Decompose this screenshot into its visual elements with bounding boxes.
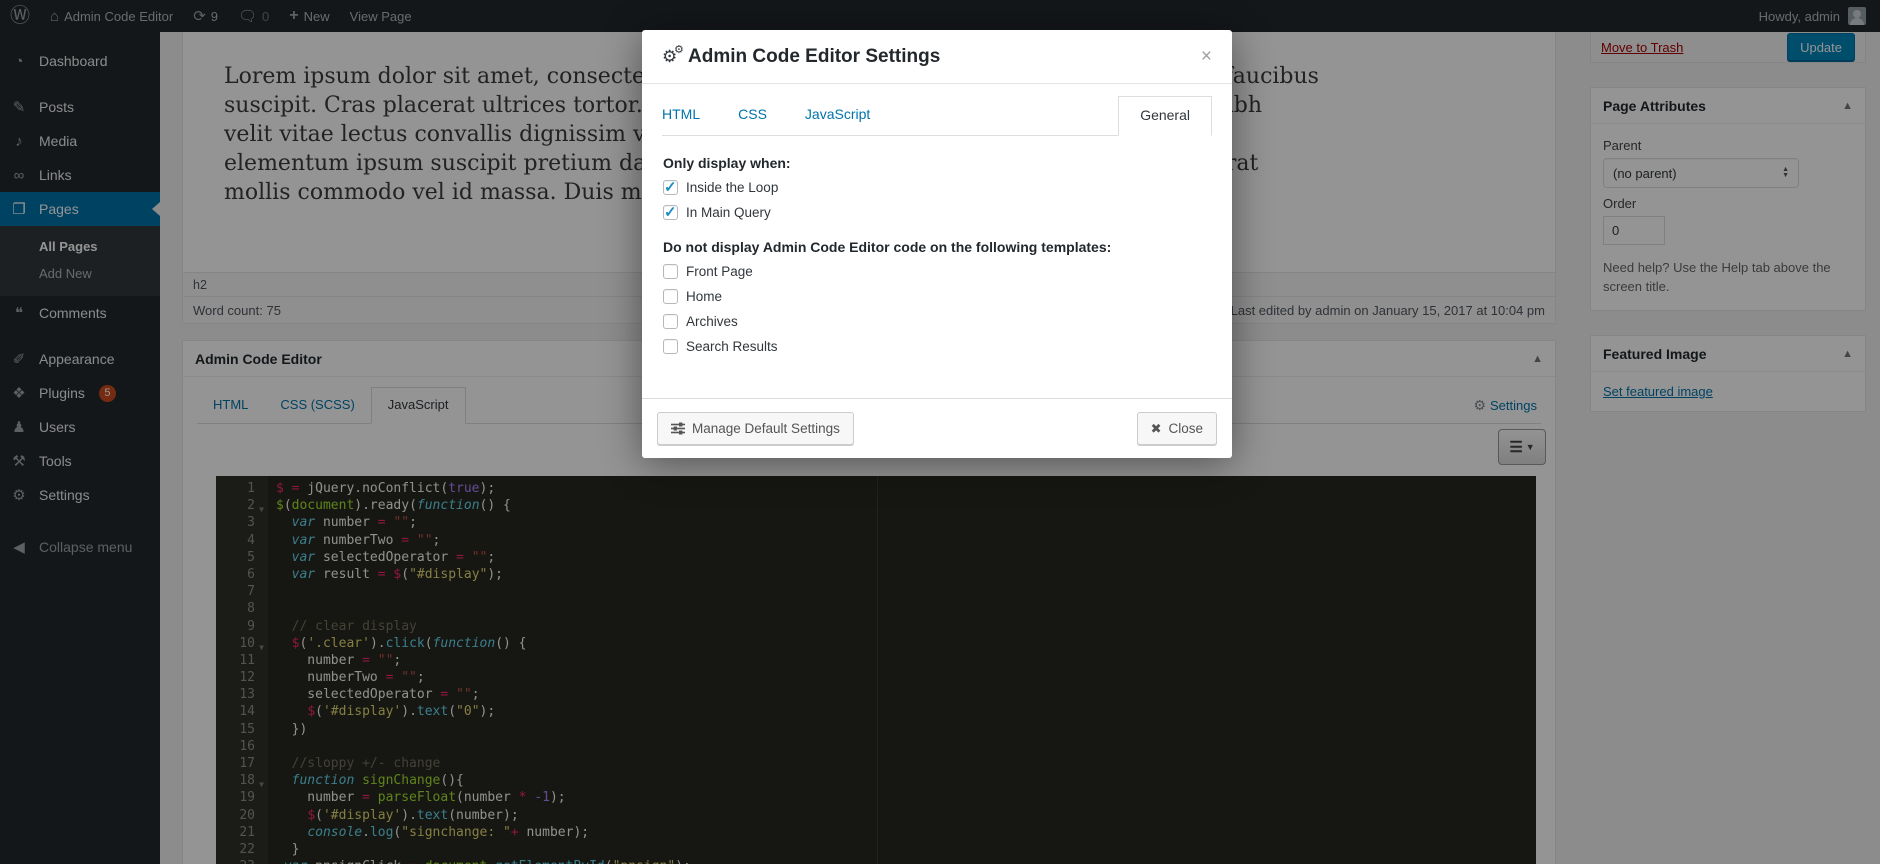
checkbox-label: Archives [686, 314, 738, 329]
modal-tab-general[interactable]: General [1118, 96, 1212, 136]
checkbox-label: In Main Query [686, 205, 771, 220]
checkbox-row-front-page: Front Page [663, 264, 1211, 279]
modal-header: ⚙ ⚙ Admin Code Editor Settings × [642, 30, 1232, 84]
modal-tabs: HTML CSS JavaScript General [662, 96, 1212, 136]
checkbox-row-inside-the-loop: ✓ Inside the Loop [663, 179, 1211, 196]
sliders-icon [671, 422, 685, 435]
close-x-icon: ✖ [1150, 420, 1162, 436]
modal-tab-html[interactable]: HTML [662, 97, 700, 135]
check-icon: ✓ [664, 204, 677, 221]
archives-checkbox[interactable] [663, 314, 678, 329]
search-results-checkbox[interactable] [663, 339, 678, 354]
modal-body: Only display when: ✓ Inside the Loop ✓ In M… [642, 136, 1232, 354]
modal-tab-css[interactable]: CSS [738, 97, 767, 135]
close-button-label: Close [1168, 421, 1203, 436]
templates-heading: Do not display Admin Code Editor code on… [663, 239, 1112, 255]
manage-default-settings-button[interactable]: Manage Default Settings [657, 412, 854, 445]
checkbox-label: Home [686, 289, 723, 304]
checkbox-row-in-main-query: ✓ In Main Query [663, 204, 1211, 221]
inside-the-loop-checkbox[interactable]: ✓ [663, 179, 678, 196]
checkbox-row-search-results: Search Results [663, 339, 1211, 354]
modal-close-icon[interactable]: × [1201, 47, 1212, 66]
checkbox-label: Inside the Loop [686, 180, 779, 195]
in-main-query-checkbox[interactable]: ✓ [663, 204, 678, 221]
gears-icon: ⚙ ⚙ [662, 43, 684, 66]
check-icon: ✓ [664, 179, 677, 196]
checkbox-row-home: Home [663, 289, 1211, 304]
modal-tab-javascript[interactable]: JavaScript [805, 97, 870, 135]
front-page-checkbox[interactable] [663, 264, 678, 279]
modal-footer: Manage Default Settings ✖ Close [642, 398, 1232, 458]
template-options: Front Page Home Archives Search Results [663, 264, 1211, 354]
manage-button-label: Manage Default Settings [692, 421, 840, 436]
modal-title: Admin Code Editor Settings [688, 45, 941, 67]
settings-modal: ⚙ ⚙ Admin Code Editor Settings × HTML CSS… [642, 30, 1232, 458]
only-display-heading: Only display when: [663, 155, 791, 171]
close-button[interactable]: ✖ Close [1136, 412, 1217, 445]
checkbox-row-archives: Archives [663, 314, 1211, 329]
checkbox-label: Search Results [686, 339, 778, 354]
checkbox-label: Front Page [686, 264, 753, 279]
only-display-options: ✓ Inside the Loop ✓ In Main Query [663, 179, 1211, 221]
home-checkbox[interactable] [663, 289, 678, 304]
wordpress-admin-page: Ⓦ ⌂ Admin Code Editor ⟳ 9 🗨 0 + New View… [0, 0, 1880, 864]
